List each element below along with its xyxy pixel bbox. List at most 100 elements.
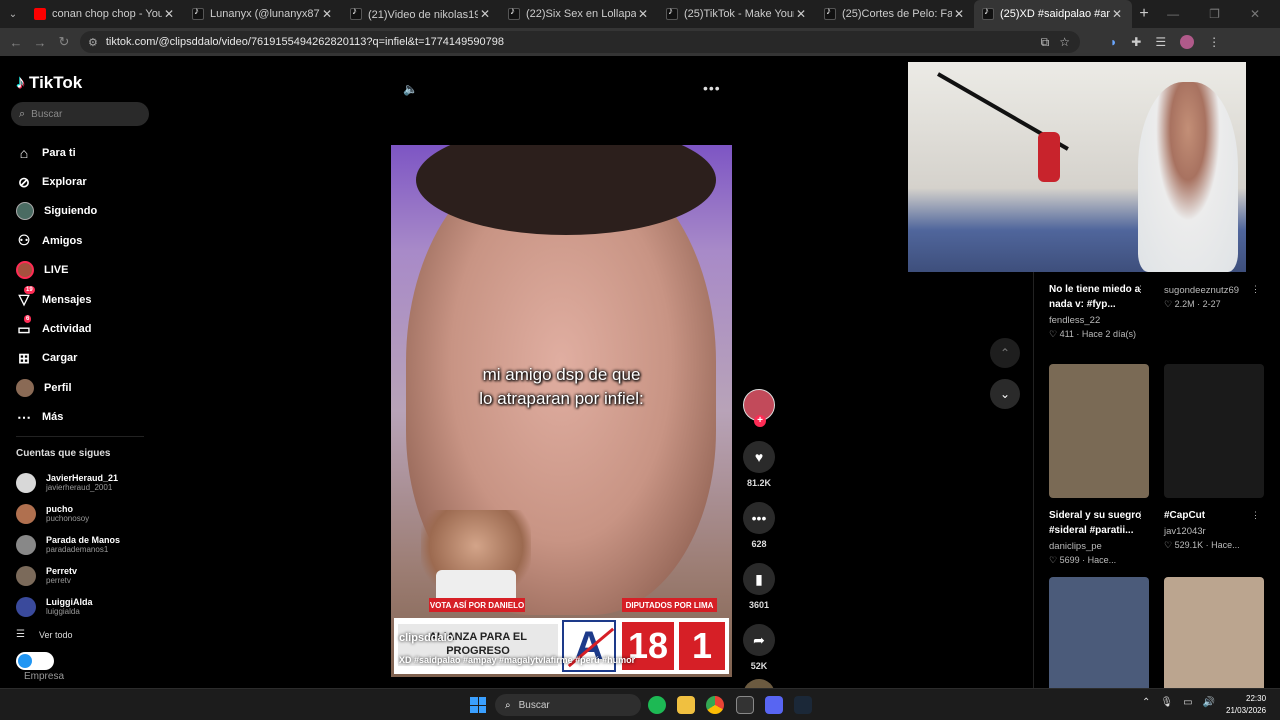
tab-groups-icon[interactable]: ☰ [1155, 35, 1166, 49]
share-icon[interactable]: ➦ [743, 624, 775, 656]
close-tab-icon[interactable]: ✕ [1110, 7, 1124, 21]
spotify-icon[interactable] [648, 696, 666, 714]
tiktok-logo[interactable]: ♪ TikTok [16, 72, 82, 93]
recommended-video[interactable]: Sideral y su suegro #sideral #paratii...… [1049, 364, 1149, 566]
video-menu-icon[interactable]: ⋮ [1251, 510, 1260, 521]
nav-item[interactable]: ⚇ Amigos [16, 226, 97, 255]
video-caption: mi amigo dsp de que lo atraparan por inf… [391, 363, 732, 411]
followed-account[interactable]: JavierHeraud_21 javierheraud_2001 [16, 467, 120, 498]
account-name: Parada de Manos [46, 535, 121, 545]
microphone-icon[interactable]: 🎙 [1160, 697, 1173, 708]
followed-account[interactable]: pucho puchonosoy [16, 498, 120, 529]
bookmark-icon[interactable]: ▮ [743, 563, 775, 595]
steam-icon[interactable] [794, 696, 812, 714]
browser-tab[interactable]: (25)XD #saidpalao #ampay #m ✕ [974, 0, 1132, 28]
video-player[interactable]: mi amigo dsp de que lo atraparan por inf… [391, 145, 732, 677]
profile-avatar-icon[interactable] [1180, 35, 1195, 49]
volume-icon[interactable]: 🔈 [403, 82, 418, 96]
close-tab-icon[interactable]: ✕ [162, 7, 176, 21]
previous-video-button[interactable]: ⌃ [990, 338, 1020, 368]
nav-item[interactable]: ▽ 19 Mensajes [16, 285, 97, 314]
clock[interactable]: 22:30 21/03/2026 [1226, 693, 1266, 717]
share-action[interactable]: ➦ 52K [742, 624, 776, 671]
heart-icon[interactable]: ♥ [743, 441, 775, 473]
forward-icon[interactable]: → [28, 35, 52, 50]
business-toggle[interactable] [16, 652, 54, 670]
browser-tab[interactable]: (25)Cortes de Pelo: Fases y Hun ✕ [816, 0, 974, 28]
browser-tab[interactable]: Lunanyx (@lunanyx87) | TikTok ✕ [184, 0, 342, 28]
bookmark-star-icon[interactable]: ☆ [1059, 35, 1070, 49]
tab-search-icon[interactable]: ⌄ [0, 0, 26, 28]
like-action[interactable]: ♥ 81.2K [742, 441, 776, 488]
nav-item[interactable]: ⊘ Explorar [16, 167, 97, 196]
search-input[interactable]: ⌕ Buscar [11, 102, 149, 126]
creator-avatar[interactable]: + [743, 389, 775, 427]
recommended-video[interactable]: sugondeeznutz69 ♡ 2.2M · 2-27 ⋮ [1164, 272, 1264, 310]
back-icon[interactable]: ← [4, 35, 28, 50]
address-bar[interactable]: ⚙ tiktok.com/@clipsddalo/video/761915549… [80, 31, 1080, 53]
comment-icon[interactable]: ••• [743, 502, 775, 534]
video-menu-icon[interactable]: ⋮ [1251, 284, 1260, 295]
recommended-video[interactable] [1164, 577, 1264, 688]
right-divider [1033, 272, 1034, 688]
browser-tab[interactable]: conan chop chop - YouTube ✕ [26, 0, 184, 28]
nav-item[interactable]: ⋯ Más [16, 403, 97, 432]
more-options-icon[interactable]: ••• [703, 80, 721, 96]
network-icon[interactable]: ▭ [1183, 697, 1192, 708]
reload-icon[interactable]: ↻ [52, 34, 76, 50]
video-menu-icon[interactable]: ⋮ [1136, 284, 1145, 295]
speaker-icon[interactable]: 🔊 [1203, 697, 1215, 708]
nav-item[interactable]: Siguiendo [16, 197, 97, 226]
maximize-icon[interactable]: ❐ [1209, 7, 1220, 21]
chrome-icon[interactable] [706, 696, 724, 714]
followed-account[interactable]: LuiggiAlda luiggialda [16, 591, 120, 622]
new-tab-button[interactable]: + [1132, 5, 1156, 23]
recommended-video[interactable]: No le tiene miedo a nada v: #fyp... fendl… [1049, 272, 1149, 340]
followed-account[interactable]: Perretv perretv [16, 560, 120, 591]
account-name: JavierHeraud_21 [46, 473, 119, 483]
followed-account[interactable]: Parada de Manos paradademanos1 [16, 529, 120, 560]
nav-item[interactable]: ▭ 6 Actividad [16, 314, 97, 343]
save-action[interactable]: ▮ 3601 [742, 563, 776, 610]
window-controls: — ❐ ✕ [1167, 7, 1280, 21]
install-icon[interactable]: ⧉ [1041, 35, 1050, 50]
follow-plus-icon[interactable]: + [754, 415, 766, 427]
close-tab-icon[interactable]: ✕ [636, 7, 650, 21]
chrome-menu-icon[interactable]: ⋮ [1208, 35, 1220, 49]
video-menu-icon[interactable]: ⋮ [1136, 510, 1145, 521]
nav-item[interactable]: ⌂ Para ti [16, 138, 97, 167]
video-thumbnail[interactable] [1049, 364, 1149, 498]
browser-tab[interactable]: (21)Video de nikolas1992 · 🔥 ✕ [342, 0, 500, 28]
site-info-icon[interactable]: ⚙ [88, 36, 98, 49]
extension-icon[interactable]: ◗ [1110, 35, 1117, 49]
tray-expand-icon[interactable]: ⌃ [1142, 697, 1150, 708]
video-author[interactable]: clipsddalo [399, 632, 453, 644]
comment-action[interactable]: ••• 628 [742, 502, 776, 549]
browser-tab[interactable]: (25)TikTok - Make Your Day ✕ [658, 0, 816, 28]
close-tab-icon[interactable]: ✕ [320, 7, 334, 21]
see-all-link[interactable]: ☰ Ver todo [16, 629, 73, 640]
taskbar-search[interactable]: ⌕ Buscar [495, 694, 641, 716]
close-tab-icon[interactable]: ✕ [952, 7, 966, 21]
close-tab-icon[interactable]: ✕ [794, 7, 808, 21]
account-name: LuiggiAlda [46, 597, 93, 607]
obs-icon[interactable] [736, 696, 754, 714]
next-video-button[interactable]: ⌄ [990, 379, 1020, 409]
nav-item[interactable]: ⊞ Cargar [16, 344, 97, 373]
windows-start-icon[interactable] [470, 697, 486, 713]
discord-icon[interactable] [765, 696, 783, 714]
video-tags[interactable]: XD #saidpalao #ampay #magalytvlafirme #p… [399, 655, 635, 665]
nav-item[interactable]: Perfil [16, 373, 97, 402]
nav-item[interactable]: LIVE [16, 256, 97, 285]
recommended-video[interactable] [1049, 577, 1149, 688]
close-tab-icon[interactable]: ✕ [478, 7, 492, 21]
video-thumbnail[interactable] [1164, 577, 1264, 688]
recommended-video[interactable]: #CapCut jav12043r ♡ 529.1K · Hace... ⋮ [1164, 364, 1264, 551]
puzzle-icon[interactable]: ✚ [1131, 35, 1141, 49]
video-thumbnail[interactable] [1049, 577, 1149, 688]
close-window-icon[interactable]: ✕ [1250, 7, 1260, 21]
video-thumbnail[interactable] [1164, 364, 1264, 498]
browser-tab[interactable]: (22)Six Sex en Lollapalooza | Ti ✕ [500, 0, 658, 28]
file-explorer-icon[interactable] [677, 696, 695, 714]
minimize-icon[interactable]: — [1167, 7, 1179, 21]
